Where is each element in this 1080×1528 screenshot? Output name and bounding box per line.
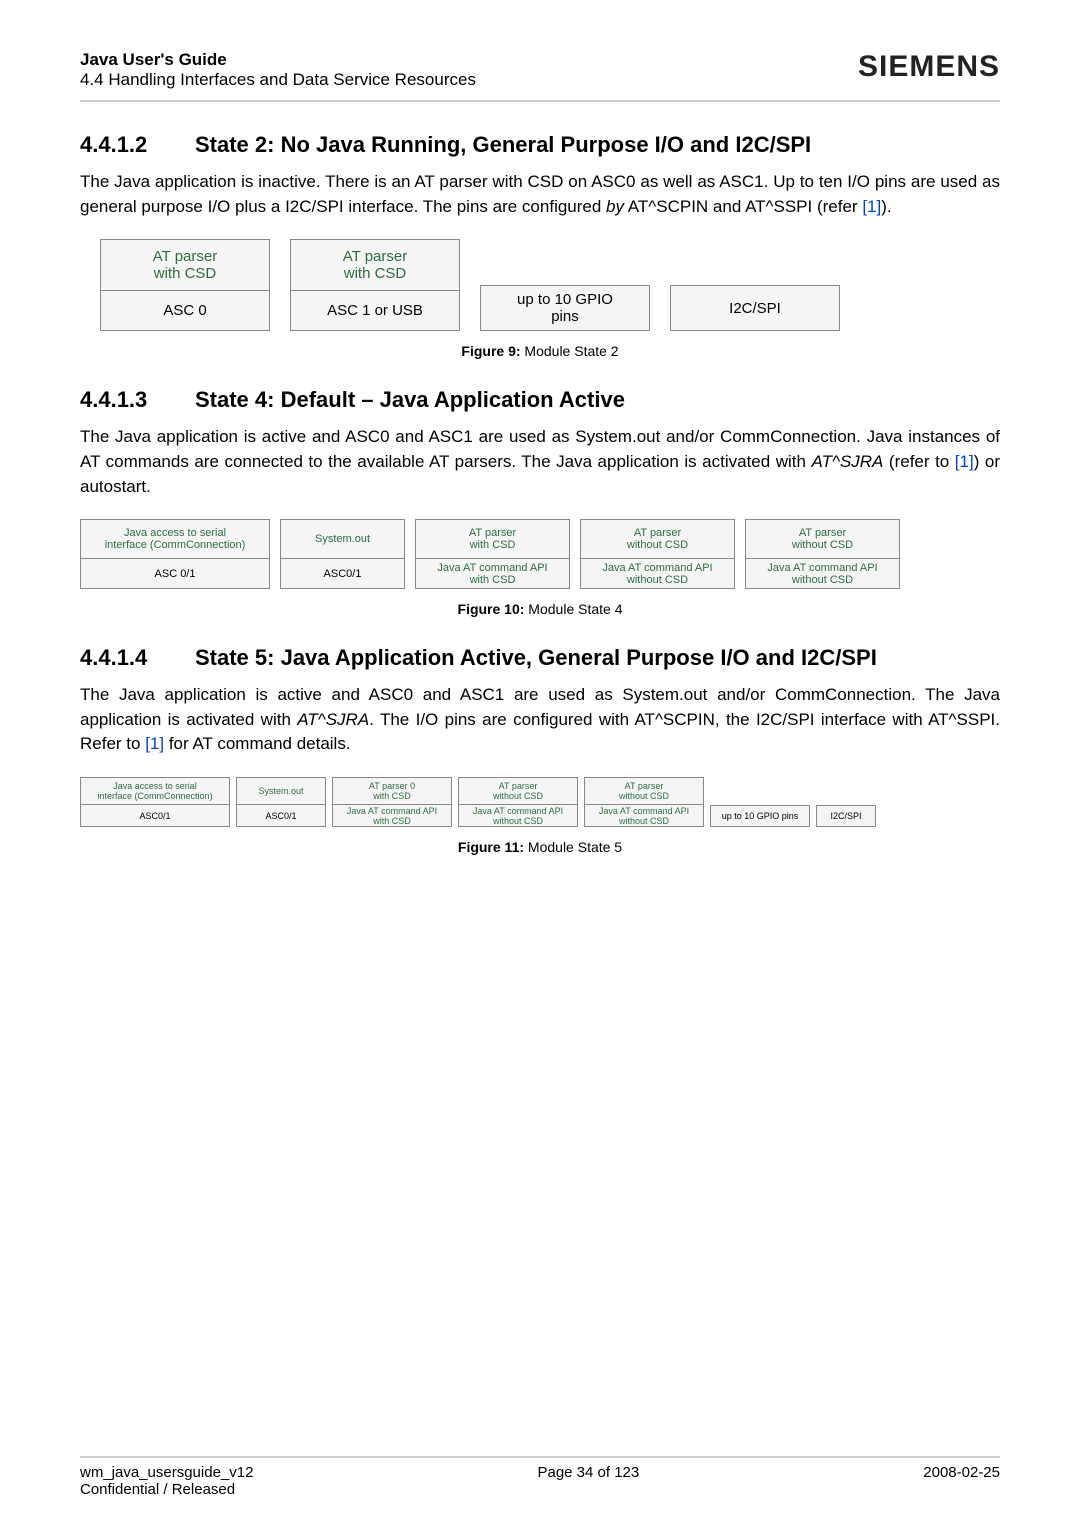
fig11-c3-bot: Java AT command APIwith CSD — [332, 805, 452, 827]
fig9-box-i2cspi: I2C/SPI — [670, 285, 840, 331]
fig11-c2-bot: ASC0/1 — [236, 805, 326, 827]
fig10-c5-top: AT parserwithout CSD — [745, 519, 900, 559]
fig10-c5-bot: Java AT command APIwithout CSD — [745, 559, 900, 589]
figure-11-diagram: Java access to serialinterface (CommConn… — [80, 777, 1000, 827]
reference-link[interactable]: [1] — [955, 452, 974, 471]
fig10-c3-bot: Java AT command APIwith CSD — [415, 559, 570, 589]
fig10-c1-top: Java access to serialinterface (CommConn… — [80, 519, 270, 559]
figure-9-caption: Figure 9: Module State 2 — [80, 343, 1000, 359]
text: ). — [881, 197, 891, 216]
doc-subtitle: 4.4 Handling Interfaces and Data Service… — [80, 70, 476, 90]
fig11-c7-i2cspi: I2C/SPI — [816, 805, 876, 827]
text: (refer to — [883, 452, 954, 471]
fig11-c4-top: AT parserwithout CSD — [458, 777, 578, 805]
fig9-box-atparser-asc0-top: AT parserwith CSD — [100, 239, 270, 291]
fig10-c1-bot: ASC 0/1 — [80, 559, 270, 589]
fig9-box-gpio: up to 10 GPIOpins — [480, 285, 650, 331]
fig11-c1-top: Java access to serialinterface (CommConn… — [80, 777, 230, 805]
text: AT^SCPIN and AT^SSPI (refer — [624, 197, 862, 216]
figure-10-diagram: Java access to serialinterface (CommConn… — [80, 519, 1000, 589]
fig10-c2-bot: ASC0/1 — [280, 559, 405, 589]
fig9-box-atparser-asc1-top: AT parserwith CSD — [290, 239, 460, 291]
text-italic: AT^SJRA — [297, 710, 369, 729]
heading-number: 4.4.1.2 — [80, 132, 195, 158]
heading-text: State 4: Default – Java Application Acti… — [195, 387, 1000, 413]
fig11-c4-bot: Java AT command APIwithout CSD — [458, 805, 578, 827]
footer-confidentiality: Confidential / Released — [80, 1481, 253, 1498]
fig9-box-asc0: ASC 0 — [100, 291, 270, 331]
header-rule — [80, 100, 1000, 102]
footer-page-number: Page 34 of 123 — [537, 1464, 639, 1498]
reference-link[interactable]: [1] — [145, 734, 164, 753]
heading-4-4-1-4: 4.4.1.4 State 5: Java Application Active… — [80, 645, 1000, 671]
heading-number: 4.4.1.3 — [80, 387, 195, 413]
paragraph-state5: The Java application is active and ASC0 … — [80, 683, 1000, 757]
paragraph-state2: The Java application is inactive. There … — [80, 170, 1000, 219]
fig11-c5-bot: Java AT command APIwithout CSD — [584, 805, 704, 827]
fig11-c3-top: AT parser 0with CSD — [332, 777, 452, 805]
fig10-c2-top: System.out — [280, 519, 405, 559]
page-footer: wm_java_usersguide_v12 Confidential / Re… — [80, 1456, 1000, 1498]
text-italic: by — [606, 197, 624, 216]
heading-4-4-1-2: 4.4.1.2 State 2: No Java Running, Genera… — [80, 132, 1000, 158]
page-header: Java User's Guide 4.4 Handling Interface… — [80, 50, 1000, 90]
fig10-c4-top: AT parserwithout CSD — [580, 519, 735, 559]
fig9-box-asc1-usb: ASC 1 or USB — [290, 291, 460, 331]
heading-4-4-1-3: 4.4.1.3 State 4: Default – Java Applicat… — [80, 387, 1000, 413]
footer-date: 2008-02-25 — [923, 1464, 1000, 1498]
fig11-c1-bot: ASC0/1 — [80, 805, 230, 827]
footer-rule — [80, 1456, 1000, 1458]
doc-title: Java User's Guide — [80, 50, 476, 70]
heading-text: State 5: Java Application Active, Genera… — [195, 645, 1000, 671]
footer-doc-id: wm_java_usersguide_v12 — [80, 1464, 253, 1481]
fig10-c4-bot: Java AT command APIwithout CSD — [580, 559, 735, 589]
fig11-c2-top: System.out — [236, 777, 326, 805]
heading-number: 4.4.1.4 — [80, 645, 195, 671]
paragraph-state4: The Java application is active and ASC0 … — [80, 425, 1000, 499]
text-italic: AT^SJRA — [812, 452, 884, 471]
heading-text: State 2: No Java Running, General Purpos… — [195, 132, 1000, 158]
fig11-c6-gpio: up to 10 GPIO pins — [710, 805, 810, 827]
reference-link[interactable]: [1] — [862, 197, 881, 216]
text: for AT command details. — [164, 734, 350, 753]
fig11-c5-top: AT parserwithout CSD — [584, 777, 704, 805]
figure-11-caption: Figure 11: Module State 5 — [80, 839, 1000, 855]
figure-9-diagram: AT parserwith CSD ASC 0 AT parserwith CS… — [100, 239, 1000, 331]
brand-logo: SIEMENS — [858, 50, 1000, 84]
figure-10-caption: Figure 10: Module State 4 — [80, 601, 1000, 617]
fig10-c3-top: AT parserwith CSD — [415, 519, 570, 559]
